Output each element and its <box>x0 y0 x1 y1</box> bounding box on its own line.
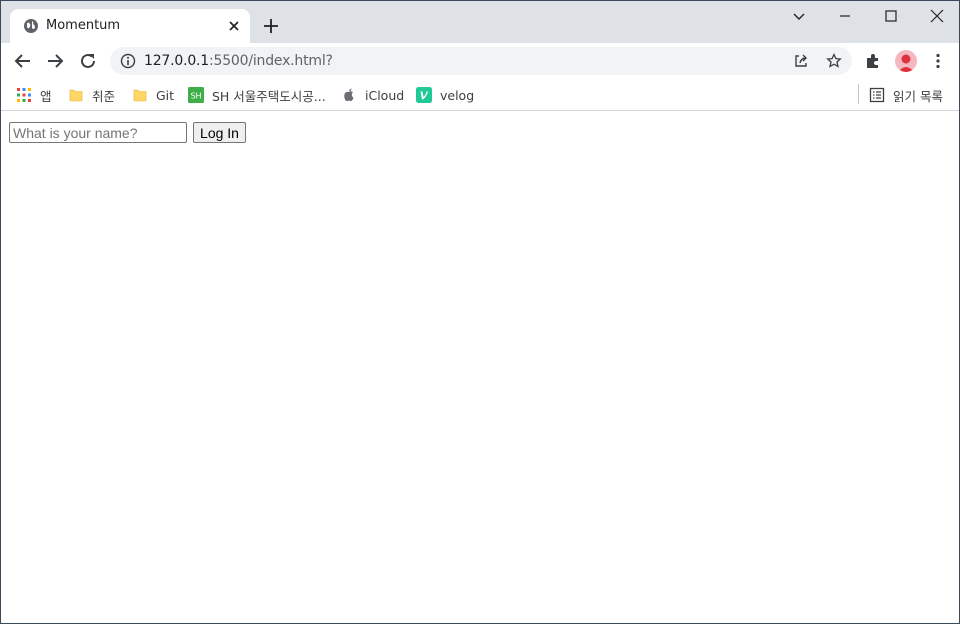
page-content: Log In <box>1 112 959 623</box>
reload-icon[interactable] <box>78 51 98 71</box>
close-window-icon[interactable] <box>928 7 946 25</box>
svg-text:SH: SH <box>190 92 201 101</box>
bookmark-label: Git <box>156 87 175 103</box>
browser-titlebar: Momentum <box>1 0 959 44</box>
browser-toolbar: 127.0.0.1:5500/index.html? <box>1 43 959 79</box>
globe-icon <box>24 19 38 33</box>
folder-icon <box>69 89 83 102</box>
tab-search-chevron-icon[interactable] <box>790 7 808 25</box>
sh-logo-icon: SH <box>188 87 204 103</box>
address-bar[interactable]: 127.0.0.1:5500/index.html? <box>110 47 852 75</box>
bookmark-velog[interactable]: velog <box>416 84 474 106</box>
bookmark-sh[interactable]: SH SH 서울주택도시공... <box>188 84 326 106</box>
bookmark-label: velog <box>440 87 475 103</box>
bookmarks-divider <box>858 84 859 104</box>
reading-list[interactable]: 읽기 목록 <box>869 84 943 106</box>
back-arrow-icon[interactable] <box>13 51 33 71</box>
extensions-puzzle-icon[interactable] <box>864 52 882 70</box>
tab-title: Momentum <box>46 18 121 33</box>
url-text[interactable]: 127.0.0.1:5500/index.html? <box>144 53 333 69</box>
bookmark-label: 앱 <box>40 88 52 104</box>
velog-icon <box>416 87 432 103</box>
bookmark-label: 취준 <box>92 88 116 104</box>
apps-grid-icon <box>17 88 31 102</box>
url-path: :5500/index.html? <box>209 53 333 69</box>
name-input[interactable] <box>9 122 187 143</box>
share-icon[interactable] <box>793 53 809 69</box>
forward-arrow-icon[interactable] <box>45 51 65 71</box>
folder-icon <box>133 89 147 102</box>
site-info-icon[interactable] <box>120 53 136 69</box>
bookmark-label: iCloud <box>365 87 405 103</box>
tab-active[interactable]: Momentum <box>10 9 250 44</box>
bookmark-star-icon[interactable] <box>826 53 842 69</box>
url-host: 127.0.0.1 <box>144 53 209 69</box>
maximize-icon[interactable] <box>882 7 900 25</box>
minimize-icon[interactable] <box>836 7 854 25</box>
bookmark-apps[interactable]: 앱 <box>16 84 52 106</box>
bookmark-label: SH 서울주택도시공... <box>212 88 326 104</box>
reading-list-label: 읽기 목록 <box>893 88 943 104</box>
new-tab-icon[interactable] <box>263 18 279 34</box>
profile-avatar[interactable] <box>895 50 917 72</box>
login-button[interactable]: Log In <box>193 122 246 143</box>
close-tab-icon[interactable] <box>227 19 241 33</box>
reading-list-icon <box>869 87 885 103</box>
bookmark-folder-chwijun[interactable]: 취준 <box>68 84 115 106</box>
profile-person-icon <box>898 54 914 72</box>
bookmark-icloud[interactable]: iCloud <box>341 84 404 106</box>
more-menu-icon[interactable] <box>929 52 947 70</box>
bookmark-folder-git[interactable]: Git <box>132 84 174 106</box>
apple-icon <box>344 88 354 102</box>
bookmarks-bar: 앱 취준 Git SH SH 서울주택도시공... iCloud velog 읽… <box>1 79 959 111</box>
